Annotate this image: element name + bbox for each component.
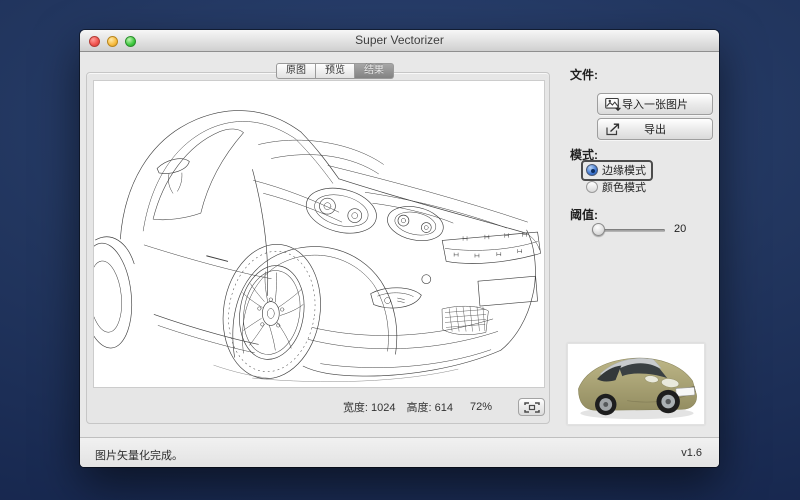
height-value: 614 [435, 402, 453, 414]
slider-knob[interactable] [592, 223, 605, 236]
width-label: 宽度: [343, 402, 368, 414]
zoom-button[interactable] [125, 36, 136, 47]
image-dimensions: 宽度:1024 高度:614 [343, 399, 456, 415]
zoom-percentage: 72% [470, 401, 492, 413]
radio-on-icon [586, 164, 598, 176]
status-bar: 图片矢量化完成。 v1.6 [80, 437, 719, 467]
tab-original[interactable]: 原图 [276, 63, 316, 79]
minimize-button[interactable] [107, 36, 118, 47]
export-icon [605, 122, 622, 137]
import-image-button[interactable]: 导入一张图片 [597, 93, 713, 115]
tab-preview[interactable]: 预览 [316, 63, 355, 79]
import-image-icon [605, 97, 622, 112]
vectorized-result-canvas[interactable] [93, 80, 545, 388]
fit-to-window-button[interactable] [518, 398, 545, 416]
window-title: Super Vectorizer [80, 30, 719, 51]
height-label: 高度: [407, 402, 432, 414]
fit-to-window-icon [524, 402, 540, 413]
view-tabs: 原图 预览 结果 [276, 63, 394, 79]
radio-color-mode-label: 颜色模式 [602, 179, 646, 195]
app-window: Super Vectorizer 原图 预览 结果 [80, 30, 719, 467]
radio-color-mode[interactable]: 颜色模式 [586, 179, 646, 195]
original-image-thumbnail [567, 343, 705, 425]
export-label: 导出 [644, 121, 666, 137]
status-message: 图片矢量化完成。 [95, 447, 183, 463]
threshold-slider[interactable]: 20 [592, 223, 696, 238]
tab-result[interactable]: 结果 [355, 63, 394, 79]
main-content: 原图 预览 结果 [80, 52, 719, 437]
traffic-lights [89, 36, 136, 47]
width-value: 1024 [371, 402, 395, 414]
threshold-section-label: 阈值: [570, 206, 598, 223]
canvas-info-bar: 宽度:1024 高度:614 72% [93, 395, 545, 419]
threshold-value: 20 [674, 223, 686, 235]
close-button[interactable] [89, 36, 100, 47]
file-section-label: 文件: [570, 66, 598, 83]
original-car-photo [568, 344, 704, 424]
import-image-label: 导入一张图片 [622, 96, 688, 112]
radio-edge-mode[interactable]: 边缘模式 [581, 160, 653, 181]
vectorized-car-image [94, 81, 544, 387]
title-bar[interactable]: Super Vectorizer [80, 30, 719, 52]
version-label: v1.6 [681, 447, 702, 459]
radio-off-icon [586, 181, 598, 193]
radio-edge-mode-label: 边缘模式 [602, 162, 646, 178]
export-button[interactable]: 导出 [597, 118, 713, 140]
